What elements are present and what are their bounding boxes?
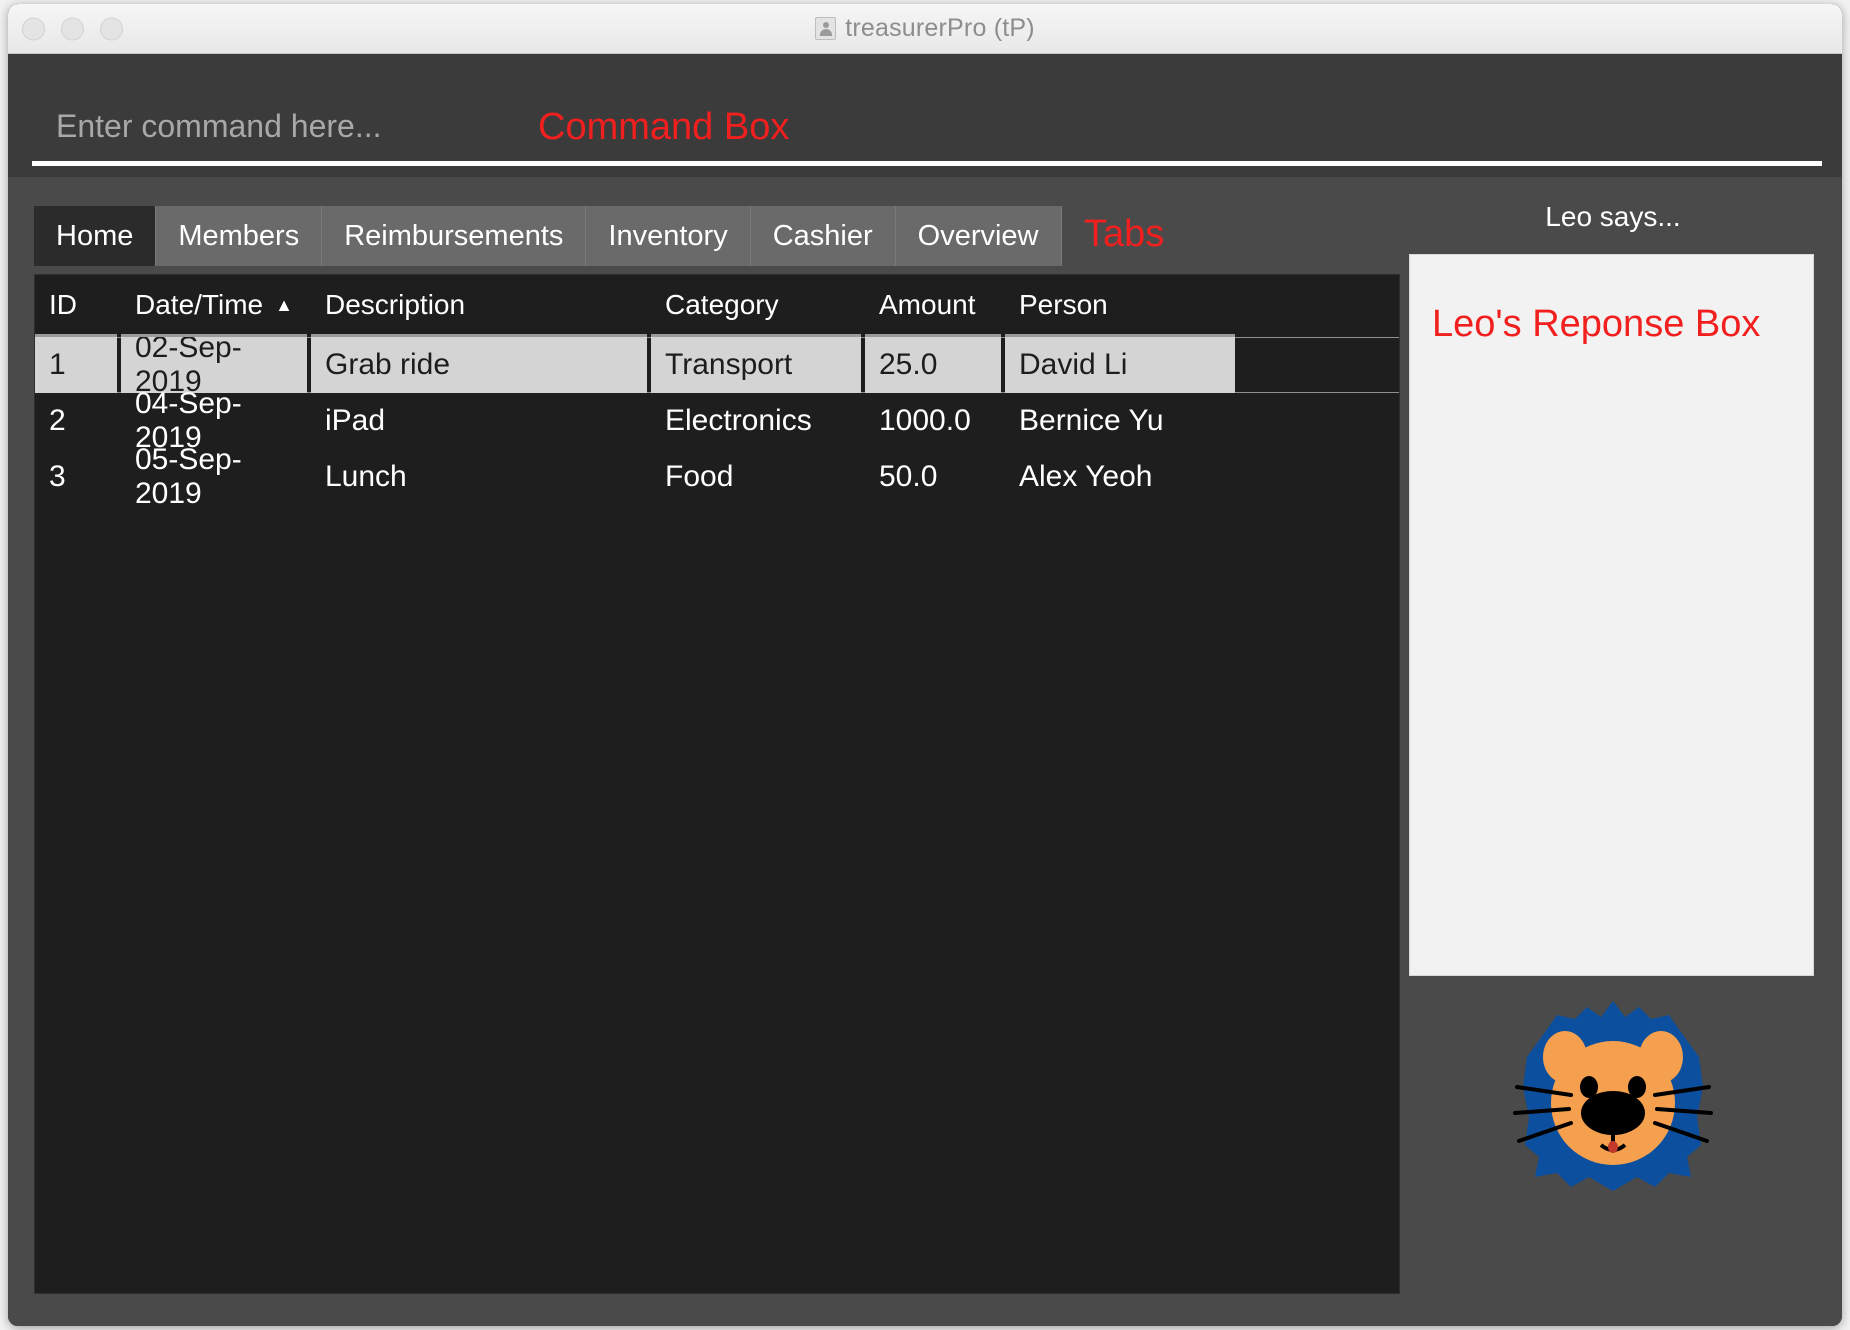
tab-overview-label: Overview [917,219,1039,252]
table-row[interactable]: 3 05-Sep-2019 Lunch Food 50.0 Alex Yeoh [35,443,1399,510]
title-bar: treasurerPro (tP) [8,4,1842,54]
cell-amount: 1000.0 [879,404,971,437]
main-content-area: Home Members Reimbursements Inventory Ca… [8,177,1842,1326]
column-header-id-label: ID [49,288,77,320]
leo-response-box[interactable]: Leo's Reponse Box [1409,254,1814,976]
tab-overview[interactable]: Overview [895,206,1062,266]
column-header-category[interactable]: Category [651,275,861,337]
lion-mascot-icon [1408,985,1818,1205]
cell-description: Lunch [325,460,407,493]
tab-inventory[interactable]: Inventory [586,206,751,266]
tab-bar: Home Members Reimbursements Inventory Ca… [34,206,1062,266]
cell-id: 3 [49,460,66,493]
command-input-underline [32,161,1822,166]
cell-id: 1 [35,337,117,393]
cell-category: Food [665,460,734,493]
tab-home[interactable]: Home [34,206,157,266]
column-header-person[interactable]: Person [1005,275,1235,337]
window-title: treasurerPro (tP) [845,14,1035,42]
sort-ascending-icon: ▲ [275,294,293,315]
tab-members[interactable]: Members [156,206,323,266]
app-body: Enter command here... Command Box Home M… [8,54,1842,1326]
table-row[interactable]: 1 02-Sep-2019 Grab ride Transport 25.0 D… [35,331,1399,398]
person-badge-icon [815,17,837,40]
column-header-description[interactable]: Description [311,275,647,337]
leo-says-heading: Leo says... [1545,201,1681,232]
annotation-command-box: Command Box [538,106,790,148]
column-header-category-label: Category [665,288,779,320]
column-header-person-label: Person [1019,288,1108,320]
annotation-tabs: Tabs [1084,213,1165,255]
cell-description: Grab ride [311,337,647,393]
command-input-placeholder[interactable]: Enter command here... [56,108,381,145]
column-header-datetime[interactable]: Date/Time ▲ [121,275,307,337]
app-window: treasurerPro (tP) Enter command here... … [8,4,1842,1326]
cell-date: 02-Sep-2019 [121,331,307,398]
cell-id: 2 [49,404,66,437]
window-title-group: treasurerPro (tP) [8,4,1842,53]
cell-person: Bernice Yu [1019,404,1164,437]
cell-amount: 25.0 [865,337,1001,393]
table-header-row: ID Date/Time ▲ Description Category Amou… [35,275,1399,337]
command-box[interactable]: Enter command here... Command Box [18,54,1832,174]
tab-cashier-label: Cashier [772,219,873,252]
tab-inventory-label: Inventory [608,219,728,252]
table-row[interactable]: 2 04-Sep-2019 iPad Electronics 1000.0 Be… [35,387,1399,454]
transactions-table: ID Date/Time ▲ Description Category Amou… [34,274,1400,1294]
column-header-amount[interactable]: Amount [865,275,1001,337]
column-header-description-label: Description [325,288,466,320]
tab-reimbursements[interactable]: Reimbursements [322,206,587,266]
cell-category: Transport [651,337,861,393]
tab-reimbursements-label: Reimbursements [344,219,564,252]
cell-amount: 50.0 [879,460,938,493]
leo-panel: Leo says... Leo's Reponse Box [1408,177,1818,1326]
annotation-leo-response-box: Leo's Reponse Box [1432,303,1761,345]
tab-home-label: Home [56,219,134,252]
cell-category: Electronics [665,404,812,437]
cell-description: iPad [325,404,386,437]
cell-date: 04-Sep-2019 [135,387,242,454]
cell-person: David Li [1005,337,1235,393]
tab-members-label: Members [178,219,300,252]
cell-person: Alex Yeoh [1019,460,1153,493]
column-header-id[interactable]: ID [35,275,117,337]
cell-date: 05-Sep-2019 [135,443,242,510]
tab-cashier[interactable]: Cashier [750,206,896,266]
column-header-datetime-label: Date/Time [135,288,264,320]
column-header-amount-label: Amount [879,288,976,320]
